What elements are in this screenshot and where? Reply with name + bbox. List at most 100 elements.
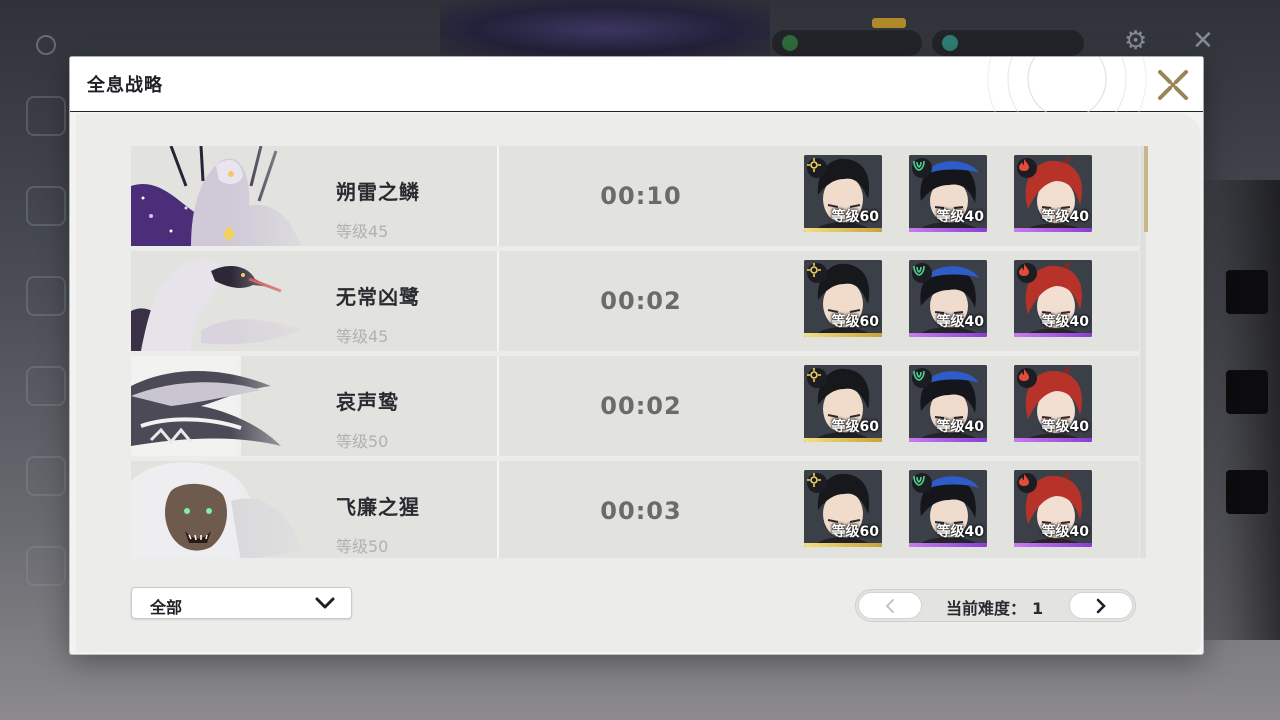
- header-decoration: [923, 57, 1163, 112]
- team-member-card[interactable]: 等级40: [909, 470, 987, 547]
- team-member-card[interactable]: 等级60: [804, 365, 882, 442]
- fusion-icon: [1017, 368, 1037, 388]
- boss-name: 哀声鸷: [336, 390, 399, 414]
- rarity-bar: [909, 543, 987, 547]
- background-currency-1: [772, 30, 922, 56]
- chevron-left-icon: [885, 598, 894, 613]
- background-side-icon: [26, 276, 66, 316]
- panel-header: 全息战略: [70, 57, 1203, 112]
- boss-portrait-image: [131, 146, 331, 246]
- difficulty-label: 当前难度： 1: [946, 595, 1043, 619]
- background-close-icon: ✕: [1192, 26, 1214, 56]
- rarity-bar: [1014, 333, 1092, 337]
- team-member-card[interactable]: 等级60: [804, 470, 882, 547]
- fusion-icon: [1017, 473, 1037, 493]
- background-right-block: [1226, 270, 1268, 314]
- team-member-card[interactable]: 等级40: [909, 365, 987, 442]
- aero-icon: [912, 473, 932, 493]
- team-member-card[interactable]: 等级40: [909, 155, 987, 232]
- rarity-bar: [804, 438, 882, 442]
- team-member-card[interactable]: 等级40: [1014, 365, 1092, 442]
- boss-row[interactable]: 哀声鸷 等级50 00:02 等级60 等级40 等级40: [131, 356, 1139, 456]
- background-side-icon: [26, 366, 66, 406]
- previous-difficulty-button[interactable]: [858, 592, 922, 619]
- next-difficulty-button[interactable]: [1069, 592, 1133, 619]
- boss-name: 朔雷之鳞: [336, 180, 420, 204]
- background-side-icon: [26, 186, 66, 226]
- team-member-card[interactable]: 等级40: [1014, 470, 1092, 547]
- boss-level: 等级45: [336, 222, 389, 241]
- rarity-bar: [1014, 438, 1092, 442]
- row-divider: [497, 461, 499, 558]
- team-lineup: 等级60 等级40 等级40: [804, 155, 1092, 232]
- team-member-card[interactable]: 等级40: [1014, 260, 1092, 337]
- aero-icon: [912, 368, 932, 388]
- clear-time: 00:03: [600, 497, 682, 525]
- member-level: 等级60: [831, 209, 879, 225]
- team-member-card[interactable]: 等级40: [1014, 155, 1092, 232]
- member-level: 等级60: [831, 524, 879, 540]
- member-level: 等级40: [936, 314, 984, 330]
- spectro-icon: [807, 473, 827, 493]
- boss-name: 飞廉之猩: [336, 495, 420, 519]
- aero-icon: [912, 158, 932, 178]
- boss-level: 等级50: [336, 537, 389, 556]
- background-hud-region: [36, 34, 56, 56]
- difficulty-label-text: 当前难度：: [946, 599, 1027, 618]
- background-side-icon: [26, 456, 66, 496]
- member-level: 等级60: [831, 314, 879, 330]
- rarity-bar: [909, 438, 987, 442]
- boss-list[interactable]: 朔雷之鳞 等级45 00:10 等级60 等级40 等级40 无常凶鹭 等级45…: [131, 146, 1139, 558]
- list-scrollbar-thumb[interactable]: [1144, 146, 1148, 232]
- boss-row[interactable]: 飞廉之猩 等级50 00:03 等级60 等级40 等级40: [131, 461, 1139, 558]
- background-glow: [440, 0, 770, 60]
- clear-time: 00:10: [600, 182, 682, 210]
- member-level: 等级60: [831, 419, 879, 435]
- boss-portrait-image: [131, 356, 331, 456]
- spectro-icon: [807, 368, 827, 388]
- rarity-bar: [804, 333, 882, 337]
- rarity-bar: [1014, 228, 1092, 232]
- rarity-bar: [1014, 543, 1092, 547]
- row-divider: [497, 356, 499, 456]
- member-level: 等级40: [1041, 209, 1089, 225]
- background-right-block: [1226, 370, 1268, 414]
- team-lineup: 等级60 等级40 等级40: [804, 260, 1092, 337]
- boss-level: 等级45: [336, 327, 389, 346]
- close-icon: [1158, 70, 1188, 100]
- row-divider: [497, 251, 499, 351]
- boss-portrait-image: [131, 461, 331, 558]
- rarity-bar: [804, 543, 882, 547]
- clear-time: 00:02: [600, 392, 682, 420]
- boss-row[interactable]: 朔雷之鳞 等级45 00:10 等级60 等级40 等级40: [131, 146, 1139, 246]
- background-side-icon: [26, 546, 66, 586]
- difficulty-value: 1: [1032, 599, 1044, 618]
- filter-selected-value: 全部: [150, 598, 183, 617]
- chevron-down-icon: [315, 597, 335, 609]
- fusion-icon: [1017, 158, 1037, 178]
- close-button[interactable]: [1153, 65, 1193, 105]
- member-level: 等级40: [1041, 419, 1089, 435]
- member-level: 等级40: [936, 419, 984, 435]
- filter-dropdown[interactable]: 全部: [131, 587, 352, 619]
- chevron-right-icon: [1096, 598, 1106, 613]
- boss-name: 无常凶鹭: [336, 285, 420, 309]
- background-badge: [872, 18, 906, 28]
- boss-level: 等级50: [336, 432, 389, 451]
- team-member-card[interactable]: 等级60: [804, 260, 882, 337]
- background-settings-icon: ⚙: [1124, 26, 1148, 56]
- panel-title: 全息战略: [87, 75, 163, 96]
- member-level: 等级40: [1041, 314, 1089, 330]
- team-member-card[interactable]: 等级40: [909, 260, 987, 337]
- member-level: 等级40: [936, 524, 984, 540]
- team-lineup: 等级60 等级40 等级40: [804, 470, 1092, 547]
- spectro-icon: [807, 158, 827, 178]
- row-divider: [497, 146, 499, 246]
- background-side-icon: [26, 96, 66, 136]
- boss-row[interactable]: 无常凶鹭 等级45 00:02 等级60 等级40 等级40: [131, 251, 1139, 351]
- rarity-bar: [909, 228, 987, 232]
- background-region-icon: [36, 35, 56, 55]
- background-right-block: [1226, 470, 1268, 514]
- member-level: 等级40: [936, 209, 984, 225]
- team-member-card[interactable]: 等级60: [804, 155, 882, 232]
